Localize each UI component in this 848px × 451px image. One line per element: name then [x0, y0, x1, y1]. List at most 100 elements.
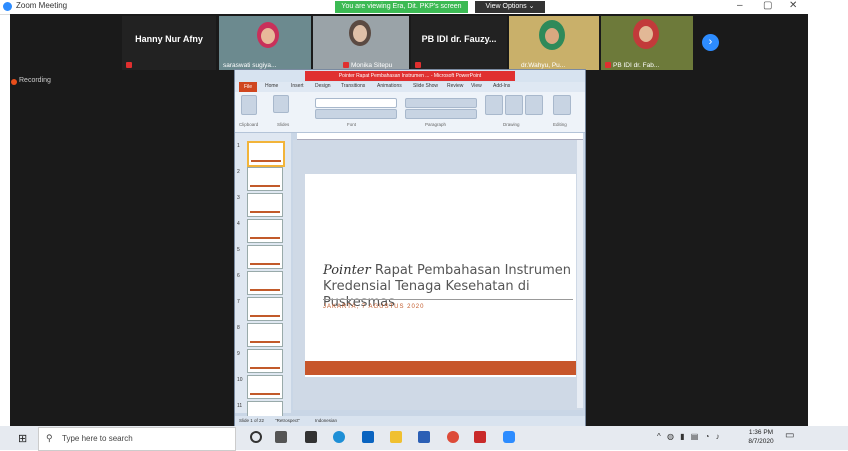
status-theme: "Retrospect"	[275, 418, 300, 423]
tab-animations[interactable]: Animations	[377, 83, 402, 89]
slide-thumbnail[interactable]	[247, 375, 283, 399]
minimize-button[interactable]: –	[737, 0, 743, 11]
word-icon[interactable]	[418, 431, 430, 443]
slide-thumbnail[interactable]	[247, 245, 283, 269]
thumbnail-footer	[250, 185, 280, 187]
chrome-icon[interactable]	[447, 431, 459, 443]
mail-icon[interactable]	[362, 431, 374, 443]
thumbnail-number: 5	[237, 247, 240, 253]
app-icon[interactable]	[474, 431, 486, 443]
maximize-button[interactable]: ▢	[763, 0, 772, 11]
tab-file[interactable]: File	[239, 82, 257, 92]
windows-start-icon[interactable]: ⊞	[18, 432, 27, 445]
slide-thumbnail[interactable]	[247, 167, 283, 191]
slide-thumbnail[interactable]	[247, 323, 283, 347]
slide-thumbnail[interactable]	[247, 349, 283, 373]
ruler	[297, 133, 583, 140]
task-view-icon[interactable]	[275, 431, 287, 443]
status-slide-count: Slide 1 of 22	[239, 418, 265, 423]
slide-title-italic: Pointer	[323, 263, 371, 278]
next-participants-button[interactable]: ›	[702, 34, 719, 51]
thumbnail-number: 8	[237, 325, 240, 331]
tab-view[interactable]: View	[471, 83, 482, 89]
clock-time[interactable]: 1:36 PM	[745, 429, 777, 436]
shapes-button[interactable]	[485, 95, 503, 115]
mic-muted-icon	[605, 62, 611, 68]
participant-name: PB IDI dr. Fauzy...	[421, 34, 497, 44]
ppt-title-bar: Pointer Rapat Pembahasan Instrumen ... -…	[235, 70, 585, 82]
paragraph-buttons[interactable]	[405, 98, 477, 108]
participant-tile[interactable]: PB IDI dr. Fauzy...	[411, 16, 507, 70]
viewing-screen-banner: You are viewing Era, Dit. PKP's screen	[335, 1, 468, 13]
slide-thumbnail[interactable]	[247, 297, 283, 321]
font-selector[interactable]	[315, 98, 397, 108]
slide-thumbnail[interactable]	[247, 193, 283, 217]
thumbnail-number: 7	[237, 299, 240, 305]
cortana-icon[interactable]	[250, 431, 262, 443]
participant-face	[353, 25, 367, 42]
zoom-title-bar: Zoom Meeting You are viewing Era, Dit. P…	[0, 0, 848, 15]
zoom-taskbar-icon[interactable]	[503, 431, 515, 443]
thumbnail-number: 4	[237, 221, 240, 227]
thumbnail-number: 10	[237, 377, 243, 383]
thumbnail-footer	[250, 393, 280, 395]
participant-label: saraswati sugiya...	[223, 62, 277, 69]
tab-design[interactable]: Design	[315, 83, 331, 89]
tab-home[interactable]: Home	[265, 83, 278, 89]
search-icon: ⚲	[46, 433, 53, 443]
thumbnail-number: 9	[237, 351, 240, 357]
editing-button[interactable]	[553, 95, 571, 115]
tab-slide-show[interactable]: Slide Show	[413, 83, 438, 89]
close-button[interactable]: ✕	[789, 0, 797, 11]
thumbnail-footer	[250, 211, 280, 213]
vertical-scrollbar[interactable]	[577, 140, 583, 408]
thumbnail-footer	[250, 367, 280, 369]
ppt-status-bar: Slide 1 of 22 "Retrospect" Indonesian	[235, 416, 585, 426]
slide-divider	[323, 299, 573, 300]
participant-label: Monika Sitepu	[351, 62, 393, 69]
participant-tile[interactable]: saraswati sugiya...	[219, 16, 311, 70]
font-format-buttons[interactable]	[315, 109, 397, 119]
group-paragraph: Paragraph	[425, 122, 447, 127]
new-slide-button[interactable]	[273, 95, 289, 113]
file-explorer-icon[interactable]	[390, 431, 402, 443]
tab-insert[interactable]: Insert	[291, 83, 304, 89]
edge-icon[interactable]	[333, 431, 345, 443]
current-slide[interactable]: Pointer Rapat Pembahasan Instrumen Krede…	[305, 174, 576, 377]
slide-footer-band	[305, 361, 576, 375]
thumbnail-number: 1	[237, 143, 240, 149]
thumbnail-footer	[251, 160, 281, 162]
slide-thumbnail[interactable]	[247, 219, 283, 243]
thumbnail-footer	[250, 315, 280, 317]
tab-review[interactable]: Review	[447, 83, 463, 89]
notification-icon[interactable]: ▭	[785, 430, 794, 441]
search-placeholder: Type here to search	[62, 434, 133, 443]
tab-transitions[interactable]: Transitions	[341, 83, 365, 89]
window-title: Zoom Meeting	[16, 1, 68, 10]
arrange-button[interactable]	[505, 95, 523, 115]
align-buttons[interactable]	[405, 109, 477, 119]
slide-thumbnails-panel: 1 2 3 4 5 6 7 8 9 10 11	[235, 133, 291, 425]
group-font: Font	[347, 122, 357, 127]
recording-label: Recording	[19, 77, 51, 84]
thumbnail-number: 11	[237, 403, 243, 409]
view-options-button[interactable]: View Options ⌄	[475, 1, 545, 13]
recording-icon	[11, 79, 17, 85]
clock-date[interactable]: 8/7/2020	[745, 438, 777, 445]
quick-styles-button[interactable]	[525, 95, 543, 115]
store-icon[interactable]	[305, 431, 317, 443]
zoom-logo-icon	[3, 2, 12, 11]
participant-tile[interactable]: Monika Sitepu	[313, 16, 409, 70]
thumbnail-footer	[250, 263, 280, 265]
participant-tile[interactable]: dr.Wahyu, Pu...	[509, 16, 599, 70]
slide-title-line1: Rapat Pembahasan Instrumen	[370, 263, 572, 278]
slide-thumbnail[interactable]	[247, 271, 283, 295]
participant-tile[interactable]: Hanny Nur Afny	[122, 16, 216, 70]
powerpoint-window: Pointer Rapat Pembahasan Instrumen ... -…	[234, 69, 586, 428]
participant-tile[interactable]: PB IDI dr. Fab...	[601, 16, 693, 70]
system-tray-icons[interactable]: ^ ◍ ▮ ▤ ◔ ♪	[657, 432, 722, 441]
slide-thumbnail[interactable]	[247, 141, 285, 167]
paste-button[interactable]	[241, 95, 257, 115]
tab-add-ins[interactable]: Add-Ins	[493, 83, 510, 89]
group-drawing: Drawing	[503, 122, 520, 127]
